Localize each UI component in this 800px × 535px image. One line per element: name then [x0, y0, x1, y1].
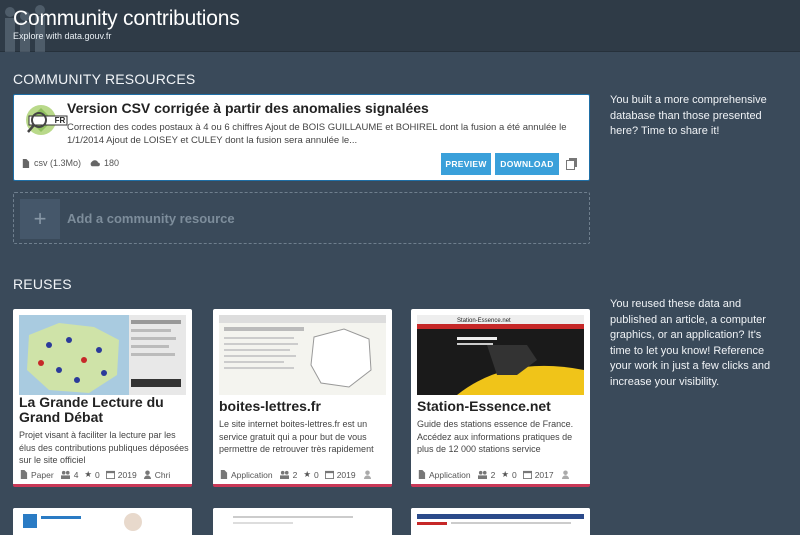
page-subtitle: Explore with data.gouv.fr [13, 31, 112, 41]
reuse-year: 2019 [117, 469, 137, 480]
reuse-thumbnail-partial [213, 508, 392, 535]
page-header: Community contributions Explore with dat… [0, 0, 800, 52]
reuse-title[interactable]: Station-Essence.net [417, 399, 587, 414]
resource-downloads: 180 [104, 158, 120, 168]
calendar-icon [522, 470, 532, 479]
star-icon: ★ [501, 469, 509, 479]
reuse-card-partial[interactable] [13, 508, 192, 535]
resource-description: Correction des codes postaux à 4 ou 6 ch… [67, 122, 567, 146]
reuse-thumbnail-map [19, 315, 186, 395]
reuse-title[interactable]: boites-lettres.fr [219, 399, 389, 414]
user-icon [561, 470, 569, 479]
page-title: Community contributions [13, 7, 240, 30]
reuse-year: 2017 [534, 469, 554, 480]
copy-icon[interactable] [566, 158, 578, 170]
reuse-type: Application [231, 469, 273, 480]
reuse-description: Projet visant à faciliter la lecture par… [19, 430, 189, 465]
reuse-description: Le site internet boites-lettres.fr est u… [219, 419, 374, 454]
file-icon [220, 470, 228, 479]
reuse-followers: 2 [490, 469, 496, 480]
cloud-download-icon [90, 159, 100, 166]
reuse-thumbnail-partial [13, 508, 192, 535]
reuse-title[interactable]: La Grande Lecture du Grand Débat [19, 395, 189, 425]
add-resource-label: Add a community resource [67, 211, 235, 226]
section-title-reuses: REUSES [13, 276, 72, 292]
followers-icon [60, 470, 70, 479]
reuse-meta: Application 2 ★ 0 2017 [417, 469, 589, 480]
osm-fr-logo-icon: FR [26, 105, 68, 135]
reuse-card[interactable]: boites-lettres.fr Le site internet boite… [213, 309, 392, 487]
reuse-stars: 0 [95, 469, 100, 480]
reuse-meta: Application 2 ★ 0 2019 [219, 469, 391, 480]
reuse-type: Application [429, 469, 471, 480]
reuse-description: Guide des stations essence de France. Ac… [417, 419, 574, 454]
logo-text: FR [55, 116, 66, 125]
reuse-year: 2019 [336, 469, 356, 480]
star-icon: ★ [84, 469, 93, 479]
preview-button[interactable]: PREVIEW [441, 153, 491, 175]
resource-title[interactable]: Version CSV corrigée à partir des anomal… [67, 100, 429, 116]
reuse-card-partial[interactable] [213, 508, 392, 535]
reuse-stars: 0 [511, 469, 517, 480]
calendar-icon [105, 470, 115, 479]
side-text-resources: You built a more comprehensive database … [610, 94, 767, 137]
resource-meta: csv (1.3Mo) 180 [21, 158, 119, 168]
download-button[interactable]: DOWNLOAD [495, 153, 559, 175]
reuse-thumbnail-website [219, 315, 386, 395]
reuse-followers: 2 [292, 469, 298, 480]
reuse-type: Paper [31, 469, 54, 480]
reuse-meta: Paper 4 ★ 0 2019 Chri [19, 469, 191, 480]
thumbnail-caption: Station-Essence.net [457, 318, 511, 324]
reuse-card[interactable]: La Grande Lecture du Grand Débat Projet … [13, 309, 192, 487]
file-icon [20, 470, 28, 479]
reuse-thumbnail-partial [411, 508, 590, 535]
plus-icon: + [20, 199, 60, 239]
resource-format: csv (1.3Mo) [34, 158, 82, 168]
reuse-card[interactable]: Station-Essence.net Station-Essence.net … [411, 309, 590, 487]
add-community-resource[interactable]: + Add a community resource [13, 192, 590, 244]
user-icon [143, 470, 151, 479]
reuse-thumbnail-fuel-pump: Station-Essence.net [417, 315, 584, 395]
reuse-author: Chri [154, 469, 171, 480]
file-icon [22, 158, 30, 168]
reuse-followers: 4 [73, 469, 79, 480]
file-icon [418, 470, 426, 479]
reuse-card-partial[interactable] [411, 508, 590, 535]
calendar-icon [324, 470, 334, 479]
followers-icon [279, 470, 289, 479]
star-icon: ★ [303, 469, 311, 479]
side-text-reuses: You reused these data and published an a… [610, 298, 771, 388]
section-title-community-resources: COMMUNITY RESOURCES [13, 71, 196, 87]
user-icon [363, 470, 371, 479]
followers-icon [477, 470, 487, 479]
reuse-stars: 0 [313, 469, 319, 480]
